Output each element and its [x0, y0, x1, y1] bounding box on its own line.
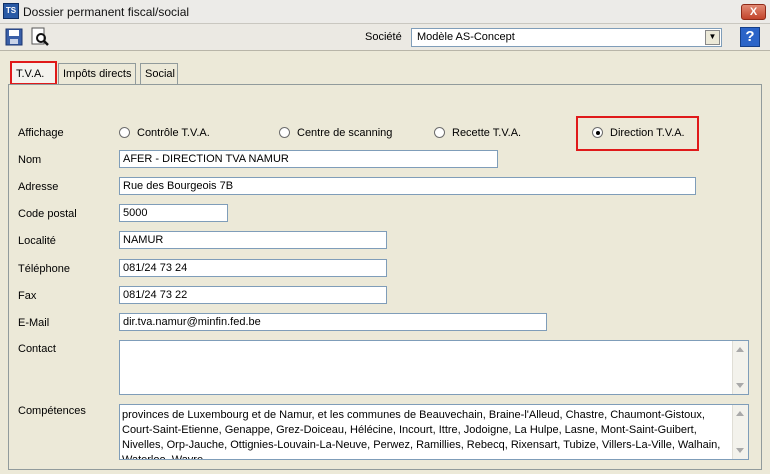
fax-label: Fax: [18, 290, 37, 302]
radio-centre-scanning[interactable]: Centre de scanning: [279, 127, 392, 141]
societe-selected-value: Modèle AS-Concept: [417, 31, 515, 43]
radio-button-icon[interactable]: [279, 127, 290, 138]
telephone-field[interactable]: 081/24 73 24: [119, 259, 387, 277]
chevron-down-icon[interactable]: ▼: [705, 30, 720, 45]
telephone-label: Téléphone: [18, 263, 70, 275]
scroll-down-icon[interactable]: [736, 448, 744, 453]
toolbar: Société Modèle AS-Concept ▼ ?: [0, 24, 770, 51]
societe-label: Société: [365, 31, 402, 43]
contact-label: Contact: [18, 343, 56, 355]
scroll-up-icon[interactable]: [736, 411, 744, 416]
window-title: Dossier permanent fiscal/social: [23, 5, 190, 19]
affichage-label: Affichage: [18, 127, 64, 139]
societe-select[interactable]: Modèle AS-Concept ▼: [411, 28, 722, 47]
radio-controle-tva[interactable]: Contrôle T.V.A.: [119, 127, 210, 141]
help-icon[interactable]: ?: [740, 27, 760, 47]
competences-label: Compétences: [18, 405, 86, 417]
localite-label: Localité: [18, 235, 56, 247]
nom-field[interactable]: AFER - DIRECTION TVA NAMUR: [119, 150, 498, 168]
tab-impots-directs[interactable]: Impôts directs: [58, 63, 136, 84]
competences-text: provinces de Luxembourg et de Namur, et …: [122, 409, 721, 460]
fax-field[interactable]: 081/24 73 22: [119, 286, 387, 304]
scrollbar[interactable]: [732, 341, 748, 394]
radio-button-icon[interactable]: [434, 127, 445, 138]
tab-tva[interactable]: T.V.A.: [10, 61, 57, 85]
code-postal-label: Code postal: [18, 208, 77, 220]
scrollbar[interactable]: [732, 405, 748, 459]
competences-textarea[interactable]: provinces de Luxembourg et de Namur, et …: [119, 404, 749, 460]
title-bar: TS Dossier permanent fiscal/social X: [0, 0, 770, 24]
radio-button-selected-icon[interactable]: [592, 127, 603, 138]
scroll-up-icon[interactable]: [736, 347, 744, 352]
radio-button-icon[interactable]: [119, 127, 130, 138]
localite-field[interactable]: NAMUR: [119, 231, 387, 249]
radio-label: Centre de scanning: [297, 127, 393, 139]
save-icon[interactable]: [4, 27, 24, 47]
tab-social[interactable]: Social: [140, 63, 178, 84]
nom-label: Nom: [18, 154, 42, 166]
radio-label: Recette T.V.A.: [452, 127, 522, 139]
contact-textarea[interactable]: [119, 340, 749, 395]
radio-label: Direction T.V.A.: [610, 127, 685, 139]
scroll-down-icon[interactable]: [736, 383, 744, 388]
app-icon: TS: [3, 3, 19, 19]
adresse-label: Adresse: [18, 181, 59, 193]
preview-search-icon[interactable]: [30, 27, 50, 47]
close-button[interactable]: X: [741, 4, 766, 20]
email-label: E-Mail: [18, 317, 50, 329]
email-field[interactable]: dir.tva.namur@minfin.fed.be: [119, 313, 547, 331]
adresse-field[interactable]: Rue des Bourgeois 7B: [119, 177, 696, 195]
code-postal-field[interactable]: 5000: [119, 204, 228, 222]
radio-direction-tva[interactable]: Direction T.V.A.: [592, 127, 685, 141]
radio-recette-tva[interactable]: Recette T.V.A.: [434, 127, 521, 141]
radio-label: Contrôle T.V.A.: [137, 127, 210, 139]
